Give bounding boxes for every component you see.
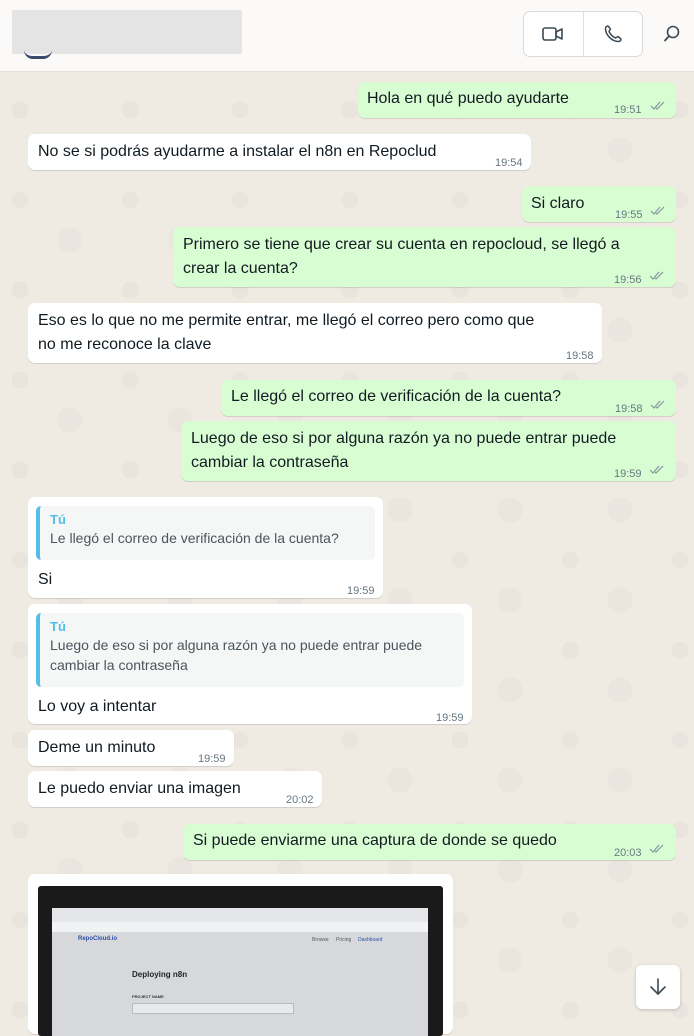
video-call-button[interactable] bbox=[524, 12, 583, 56]
photo-nav-3: Dashboard bbox=[358, 937, 383, 943]
chat-header bbox=[0, 0, 694, 72]
message-text: Si bbox=[38, 571, 53, 588]
quoted-text: Le llegó el correo de verificación de la… bbox=[50, 530, 339, 546]
message-outgoing[interactable]: Si claro 19:55 bbox=[522, 186, 676, 222]
read-ticks-icon bbox=[650, 400, 665, 409]
quoted-text-line-2: cambiar la contraseña bbox=[50, 657, 188, 673]
quoted-author: Tú bbox=[50, 619, 66, 634]
search-button[interactable] bbox=[656, 18, 688, 50]
message-time: 19:54 bbox=[495, 157, 523, 169]
message-text: Lo voy a intentar bbox=[38, 698, 157, 715]
contact-info-redacted[interactable] bbox=[12, 10, 242, 54]
message-text: Hola en qué puedo ayudarte bbox=[367, 90, 569, 107]
message-text: Si puede enviarme una captura de donde s… bbox=[193, 832, 557, 849]
video-camera-icon bbox=[542, 27, 564, 41]
message-outgoing[interactable]: Luego de eso si por alguna razón ya no p… bbox=[181, 421, 676, 481]
photo-content-screen: RepoCloud.io Browse Pricing Dashboard De… bbox=[52, 908, 428, 1036]
message-text-line-2: crear la cuenta? bbox=[183, 260, 298, 277]
message-text: Le puedo enviar una imagen bbox=[38, 780, 241, 797]
arrow-down-icon bbox=[650, 978, 666, 995]
message-time: 19:58 bbox=[566, 350, 594, 362]
read-ticks-icon bbox=[649, 271, 664, 280]
quoted-message[interactable]: Tú Luego de eso si por alguna razón ya n… bbox=[36, 613, 464, 687]
message-incoming[interactable]: Le puedo enviar una imagen 20:02 bbox=[28, 771, 322, 807]
message-text: Si claro bbox=[531, 195, 585, 212]
message-text-line-1: Luego de eso si por alguna razón ya no p… bbox=[191, 430, 617, 447]
message-time: 19:59 bbox=[347, 585, 375, 597]
message-time: 19:58 bbox=[615, 403, 643, 415]
avatar bbox=[24, 50, 52, 59]
voice-call-button[interactable] bbox=[582, 12, 643, 56]
message-time: 19:55 bbox=[615, 209, 643, 221]
quoted-message[interactable]: Tú Le llegó el correo de verificación de… bbox=[36, 506, 375, 560]
message-outgoing[interactable]: Primero se tiene que crear su cuenta en … bbox=[173, 227, 676, 287]
photo-nav-2: Pricing bbox=[336, 937, 352, 943]
message-incoming[interactable]: No se si podrás ayudarme a instalar el n… bbox=[28, 134, 531, 170]
message-outgoing[interactable]: Si puede enviarme una captura de donde s… bbox=[183, 824, 676, 860]
message-time: 20:03 bbox=[614, 847, 642, 859]
message-outgoing[interactable]: Le llegó el correo de verificación de la… bbox=[221, 380, 676, 416]
message-incoming[interactable]: Eso es lo que no me permite entrar, me l… bbox=[28, 303, 602, 363]
message-text-line-1: Primero se tiene que crear su cuenta en … bbox=[183, 236, 620, 253]
read-ticks-icon bbox=[650, 206, 665, 215]
message-time: 19:59 bbox=[614, 468, 642, 480]
read-ticks-icon bbox=[649, 465, 664, 474]
message-incoming[interactable]: Deme un minuto 19:59 bbox=[28, 730, 234, 766]
message-text: Le llegó el correo de verificación de la… bbox=[231, 388, 561, 405]
quoted-text-line-1: Luego de eso si por alguna razón ya no p… bbox=[50, 637, 423, 653]
message-incoming-image[interactable]: RepoCloud.io Browse Pricing Dashboard De… bbox=[28, 874, 453, 1036]
read-ticks-icon bbox=[649, 844, 664, 853]
photo-title: Deploying n8n bbox=[132, 970, 188, 979]
message-time: 19:59 bbox=[436, 712, 464, 724]
search-icon bbox=[664, 25, 680, 42]
message-time: 19:56 bbox=[614, 274, 642, 286]
photo-field-label: PROJECT NAME bbox=[132, 994, 164, 999]
quoted-author: Tú bbox=[50, 512, 66, 527]
message-text-line-2: cambiar la contraseña bbox=[191, 454, 349, 471]
read-ticks-icon bbox=[650, 101, 665, 110]
scroll-to-bottom-button[interactable] bbox=[636, 965, 680, 1009]
message-outgoing[interactable]: Hola en qué puedo ayudarte 19:51 bbox=[358, 82, 676, 118]
message-time: 19:51 bbox=[614, 104, 642, 116]
message-text: Deme un minuto bbox=[38, 739, 156, 756]
photo-nav-1: Browse bbox=[312, 937, 329, 943]
phone-icon bbox=[604, 25, 622, 43]
message-incoming-reply[interactable]: Tú Le llegó el correo de verificación de… bbox=[28, 497, 383, 598]
message-time: 19:59 bbox=[198, 753, 226, 765]
message-text-line-1: Eso es lo que no me permite entrar, me l… bbox=[38, 312, 535, 329]
message-incoming-reply[interactable]: Tú Luego de eso si por alguna razón ya n… bbox=[28, 604, 472, 724]
message-text-line-2: no me reconoce la clave bbox=[38, 336, 212, 353]
message-text: No se si podrás ayudarme a instalar el n… bbox=[38, 143, 437, 160]
call-button-group bbox=[523, 11, 643, 57]
photo-logo-text: RepoCloud.io bbox=[78, 936, 117, 942]
message-time: 20:02 bbox=[286, 794, 314, 806]
photo-attachment[interactable]: RepoCloud.io Browse Pricing Dashboard De… bbox=[38, 886, 443, 1036]
